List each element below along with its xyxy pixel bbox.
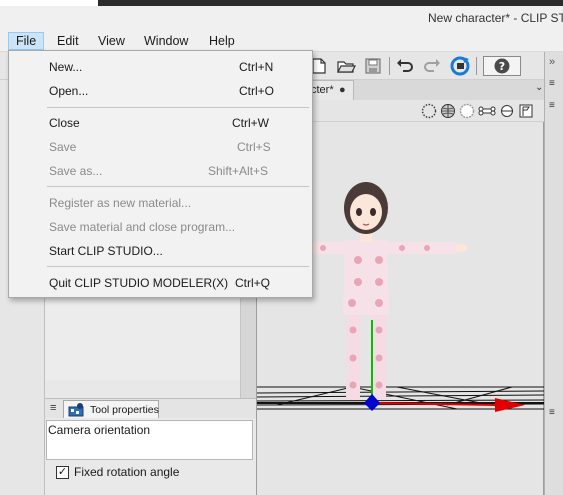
title-bar: New character* - CLIP STU xyxy=(0,6,563,30)
menu-item-close[interactable]: Close Ctrl+W xyxy=(9,112,312,134)
menu-window[interactable]: Window xyxy=(137,32,195,50)
menu-item-open[interactable]: Open... Ctrl+O xyxy=(9,80,312,102)
menu-view[interactable]: View xyxy=(91,32,132,50)
tab-label: cter* xyxy=(311,84,334,96)
dotted-circle-icon[interactable] xyxy=(421,103,437,122)
character-model xyxy=(306,182,467,400)
menu-help[interactable]: Help xyxy=(202,32,242,50)
tab-tool-properties[interactable]: Tool properties xyxy=(63,400,159,418)
menu-item-save-material-close[interactable]: Save material and close program... xyxy=(9,216,312,238)
svg-text:?: ? xyxy=(499,60,505,73)
camera-orientation-label: Camera orientation xyxy=(48,423,151,437)
panel-menu-icon[interactable]: ≡ xyxy=(50,402,56,414)
toolbar-separator xyxy=(476,57,477,75)
panel-menu-icon[interactable]: ≡ xyxy=(549,407,555,418)
menu-edit[interactable]: Edit xyxy=(50,32,86,50)
help-icon[interactable]: ? xyxy=(483,56,521,76)
panel-menu-icon[interactable]: ≡ xyxy=(549,100,555,111)
fixed-rotation-checkbox[interactable]: ✓ xyxy=(56,465,69,479)
menu-item-label: New... xyxy=(49,60,83,74)
modified-marker: ● xyxy=(339,84,346,96)
menu-item-shortcut: Shift+Alt+S xyxy=(208,164,269,178)
redo-icon[interactable] xyxy=(421,56,443,76)
menu-item-shortcut: Ctrl+O xyxy=(239,84,275,98)
menu-item-label: Save material and close program... xyxy=(49,220,236,234)
capsule-icon[interactable] xyxy=(500,104,514,121)
menu-item-shortcut: Ctrl+Q xyxy=(235,276,271,290)
shaded-sphere-icon[interactable] xyxy=(459,103,475,122)
chevron-down-icon[interactable]: ⌄ xyxy=(535,82,543,93)
menu-item-save-as[interactable]: Save as... Shift+Alt+S xyxy=(9,160,312,182)
wire-sphere-icon[interactable] xyxy=(440,103,456,122)
undo-icon[interactable] xyxy=(394,56,416,76)
menu-item-label: Close xyxy=(49,116,80,130)
expand-panel-icon[interactable]: » xyxy=(549,56,555,68)
menu-item-label: Save xyxy=(49,140,77,154)
left-panel-content xyxy=(45,300,241,380)
flag-icon[interactable] xyxy=(518,103,534,122)
refresh-icon[interactable] xyxy=(449,56,471,76)
window-title: New character* - CLIP STU xyxy=(428,11,563,25)
open-folder-icon[interactable] xyxy=(335,56,357,76)
menu-item-label: Save as... xyxy=(49,164,103,178)
menu-file[interactable]: File xyxy=(8,32,45,50)
menu-bar: File Edit View Window Help xyxy=(0,30,563,52)
menu-item-new[interactable]: New... Ctrl+N xyxy=(9,56,312,78)
menu-item-quit[interactable]: Quit CLIP STUDIO MODELER(X) Ctrl+Q xyxy=(9,272,312,294)
menu-separator xyxy=(47,107,309,108)
file-menu-dropdown: New... Ctrl+N Open... Ctrl+O Close Ctrl+… xyxy=(8,50,313,298)
camera-orientation-box[interactable]: Camera orientation xyxy=(46,420,253,460)
menu-separator xyxy=(47,266,309,267)
menu-item-register-material[interactable]: Register as new material... xyxy=(9,192,312,214)
panel-menu-icon[interactable]: ≡ xyxy=(549,78,555,89)
menu-item-label: Open... xyxy=(49,84,89,98)
bone-icon[interactable] xyxy=(478,104,496,121)
tab-label: Tool properties xyxy=(90,404,159,416)
menu-item-shortcut: Ctrl+W xyxy=(232,116,269,130)
menu-separator xyxy=(47,186,309,187)
menu-item-start-clip-studio[interactable]: Start CLIP STUDIO... xyxy=(9,240,312,262)
menu-item-label: Start CLIP STUDIO... xyxy=(49,244,163,258)
right-panel: » ⌄ ≡ ≡ ≡ xyxy=(535,52,563,495)
toolbar-separator xyxy=(389,57,390,75)
menu-item-label: Register as new material... xyxy=(49,196,192,210)
fixed-rotation-row: ✓ Fixed rotation angle xyxy=(56,463,179,481)
menu-item-label: Quit CLIP STUDIO MODELER(X) xyxy=(49,276,229,290)
fixed-rotation-label: Fixed rotation angle xyxy=(74,465,180,479)
menu-item-shortcut: Ctrl+N xyxy=(239,60,274,74)
transform-gizmo xyxy=(364,320,525,412)
save-icon[interactable] xyxy=(362,56,384,76)
menu-item-shortcut: Ctrl+S xyxy=(237,140,271,154)
menu-item-save[interactable]: Save Ctrl+S xyxy=(9,136,312,158)
